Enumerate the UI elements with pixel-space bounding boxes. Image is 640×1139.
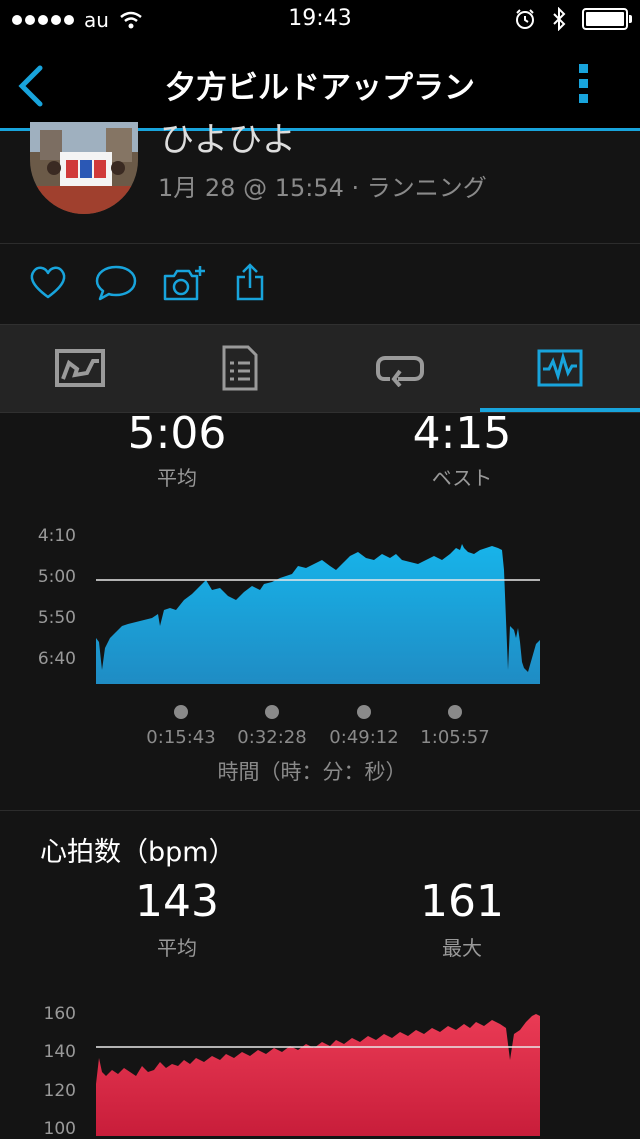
alarm-icon	[516, 9, 534, 29]
pace-x-marker	[357, 705, 371, 719]
hr-y-tick: 140	[43, 1042, 76, 1062]
pace-x-marker	[448, 705, 462, 719]
pace-y-tick: 5:50	[37, 608, 76, 628]
avatar[interactable]	[30, 122, 138, 214]
tab-bar	[0, 324, 640, 413]
hr-y-tick: 120	[43, 1081, 76, 1101]
hr-chart	[96, 1014, 540, 1136]
hr-max-label: 最大	[442, 936, 482, 960]
hr-avg-label: 平均	[157, 936, 197, 960]
pace-avg-value: 5:06	[127, 408, 227, 459]
bluetooth-icon	[553, 7, 566, 31]
share-icon[interactable]	[234, 262, 266, 302]
hr-avg-value: 143	[135, 876, 219, 927]
laps-tab-icon[interactable]	[376, 353, 424, 387]
comment-icon[interactable]	[94, 264, 138, 302]
pace-y-tick: 6:40	[37, 649, 76, 669]
charts-tab-icon[interactable]	[537, 349, 583, 387]
battery-icon	[582, 8, 632, 30]
page-title: 夕方ビルドアップラン	[165, 70, 475, 106]
pace-x-tick: 1:05:57	[420, 727, 490, 748]
camera-icon[interactable]	[162, 264, 208, 302]
activity-subtitle: 1月 28 @ 15:54 · ランニング	[158, 174, 487, 202]
hr-max-value: 161	[420, 876, 504, 927]
pace-area	[96, 544, 540, 684]
pace-y-tick: 4:10	[37, 526, 76, 546]
pace-x-axis-label: 時間（時：分：秒）	[217, 760, 407, 784]
pace-best-label: ベスト	[431, 466, 493, 490]
pace-x-marker	[265, 705, 279, 719]
pace-avg-label: 平均	[157, 466, 197, 490]
pace-chart	[96, 544, 540, 684]
heart-icon[interactable]	[28, 264, 68, 300]
heart-rate-title: 心拍数（bpm）	[40, 837, 236, 868]
hr-y-tick: 160	[43, 1004, 76, 1024]
hr-area	[96, 1014, 540, 1136]
divider	[0, 243, 640, 244]
pace-best-value: 4:15	[412, 408, 512, 459]
hr-y-tick: 100	[43, 1119, 76, 1139]
pace-y-tick: 5:00	[37, 567, 76, 587]
map-tab-icon[interactable]	[55, 349, 105, 389]
divider	[0, 810, 640, 811]
user-name: ひよひよ	[160, 120, 296, 160]
pace-x-marker	[174, 705, 188, 719]
details-tab-icon[interactable]	[222, 345, 258, 391]
nav-bar: 夕方ビルドアップラン	[0, 40, 640, 128]
status-bar: au 19:43	[0, 0, 640, 40]
more-icon[interactable]	[572, 62, 596, 106]
